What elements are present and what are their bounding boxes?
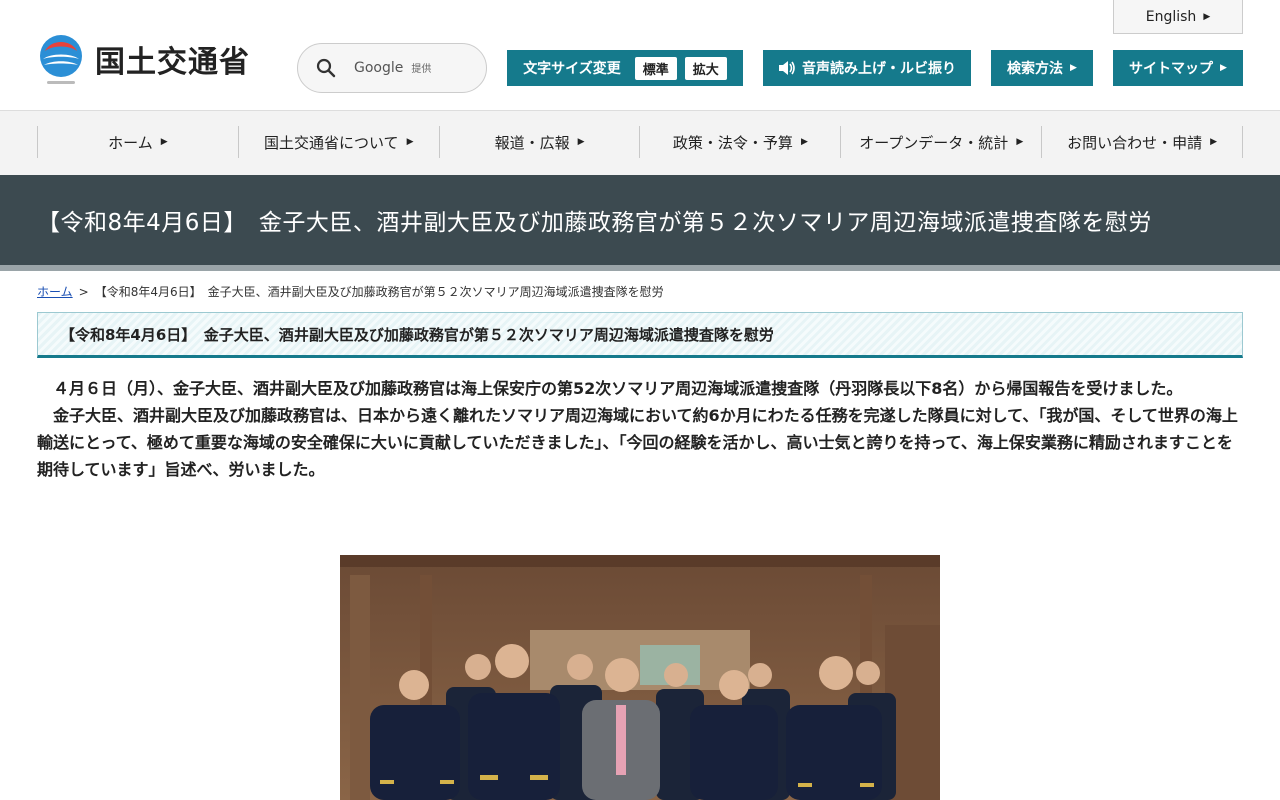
font-size-large-button[interactable]: 拡大 <box>684 56 727 80</box>
triangle-right-icon: ▶ <box>1070 63 1077 73</box>
title-divider <box>0 265 1280 271</box>
speaker-icon <box>779 61 795 75</box>
breadcrumb-home-link[interactable]: ホーム <box>37 285 73 299</box>
page-title: 【令和8年4月6日】 金子大臣、酒井副大臣及び加藤政務官が第５２次ソマリア周辺海… <box>37 210 1152 236</box>
google-search-box[interactable]: Google 提供 <box>297 43 487 93</box>
sitemap-button[interactable]: サイトマップ ▶ <box>1113 50 1243 86</box>
search-method-label: 検索方法 <box>1007 61 1064 77</box>
breadcrumb: ホーム > 【令和8年4月6日】 金子大臣、酒井副大臣及び加藤政務官が第５２次ソマリ… <box>37 283 664 300</box>
nav-item-label: 政策・法令・予算 <box>672 133 793 152</box>
speech-ruby-button[interactable]: 音声読み上げ・ルビ振り <box>763 50 971 86</box>
search-method-button[interactable]: 検索方法 ▶ <box>991 50 1093 86</box>
logo-text: 国土交通省 <box>95 45 250 80</box>
article-heading-box: 【令和8年4月6日】 金子大臣、酒井副大臣及び加藤政務官が第５２次ソマリア周辺海… <box>37 312 1243 358</box>
nav-item-label: 報道・広報 <box>494 133 570 152</box>
article-paragraph: ４月６日（月）、金子大臣、酒井副大臣及び加藤政務官は海上保安庁の第52次ソマリア… <box>53 379 1183 398</box>
search-provider-label: 提供 <box>411 64 432 75</box>
article-photo <box>340 555 940 800</box>
global-nav: ホーム ▶ 国土交通省について ▶ 報道・広報 ▶ 政策・法令・予算 ▶ オープンデータ… <box>0 111 1280 175</box>
search-icon[interactable] <box>298 58 354 78</box>
english-label: English <box>1145 8 1197 25</box>
article-paragraph: 金子大臣、酒井副大臣及び加藤政務官は、日本から遠く離れたソマリア周辺海域において… <box>37 406 1238 479</box>
triangle-right-icon: ▶ <box>1210 137 1218 147</box>
triangle-right-icon: ▶ <box>800 137 808 147</box>
english-button[interactable]: English ▶ <box>1113 0 1243 34</box>
nav-item-label: オープンデータ・統計 <box>859 133 1009 152</box>
triangle-right-icon: ▶ <box>1203 11 1211 22</box>
nav-item-opendata[interactable]: オープンデータ・統計 ▶ <box>841 126 1043 158</box>
sitemap-label: サイトマップ <box>1129 61 1214 77</box>
search-placeholder: Google 提供 <box>354 60 431 76</box>
nav-item-policy[interactable]: 政策・法令・予算 ▶ <box>640 126 842 158</box>
article-body: ４月６日（月）、金子大臣、酒井副大臣及び加藤政務官は海上保安庁の第52次ソマリア… <box>37 375 1243 483</box>
font-size-standard-button[interactable]: 標準 <box>634 56 677 80</box>
search-google-label: Google <box>354 60 404 76</box>
nav-item-contact[interactable]: お問い合わせ・申請 ▶ <box>1042 126 1243 158</box>
nav-item-about[interactable]: 国土交通省について ▶ <box>239 126 440 158</box>
breadcrumb-separator: > <box>78 285 89 299</box>
group-photo-image <box>340 555 940 800</box>
triangle-right-icon: ▶ <box>406 137 414 147</box>
site-header: 国土交通省 Google 提供 English ▶ 文字サイズ変更 標準 拡大 音声… <box>0 0 1280 111</box>
nav-item-home[interactable]: ホーム ▶ <box>38 126 239 158</box>
nav-item-label: 国土交通省について <box>264 133 399 152</box>
speech-label: 音声読み上げ・ルビ振り <box>802 61 956 77</box>
triangle-right-icon: ▶ <box>1220 63 1227 73</box>
nav-item-label: ホーム <box>108 133 153 152</box>
site-logo[interactable]: 国土交通省 <box>37 33 250 85</box>
nav-item-label: お問い合わせ・申請 <box>1067 133 1203 152</box>
article-heading: 【令和8年4月6日】 金子大臣、酒井副大臣及び加藤政務官が第５２次ソマリア周辺海… <box>60 325 774 344</box>
breadcrumb-current: 【令和8年4月6日】 金子大臣、酒井副大臣及び加藤政務官が第５２次ソマリア周辺海… <box>94 285 664 299</box>
page-title-band: 【令和8年4月6日】 金子大臣、酒井副大臣及び加藤政務官が第５２次ソマリア周辺海… <box>0 175 1280 265</box>
nav-item-press[interactable]: 報道・広報 ▶ <box>440 126 641 158</box>
triangle-right-icon: ▶ <box>1016 137 1024 147</box>
triangle-right-icon: ▶ <box>577 137 585 147</box>
font-size-label: 文字サイズ変更 <box>523 61 621 77</box>
triangle-right-icon: ▶ <box>160 137 168 147</box>
font-size-control: 文字サイズ変更 標準 拡大 <box>507 50 743 86</box>
mlit-logo-icon <box>40 35 82 84</box>
